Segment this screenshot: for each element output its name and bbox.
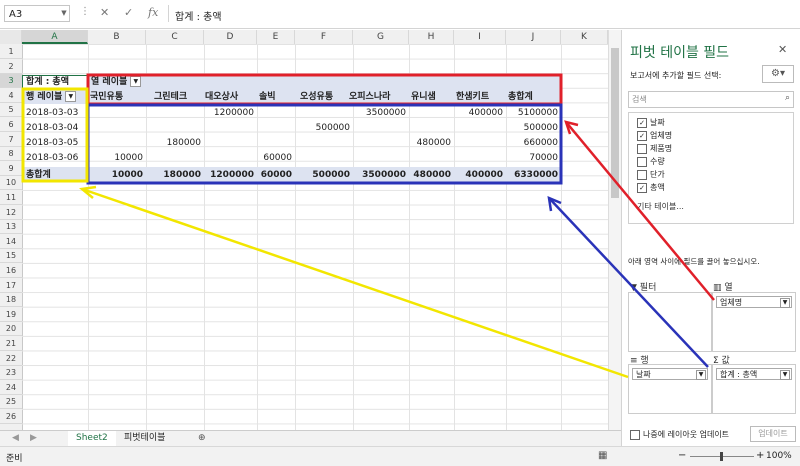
yellow-highlight-box bbox=[21, 87, 89, 183]
red-arrow bbox=[565, 121, 715, 301]
blue-highlight-box bbox=[86, 103, 563, 185]
red-highlight-box bbox=[86, 73, 563, 106]
blue-arrow bbox=[548, 197, 709, 368]
annotation-overlay bbox=[21, 73, 715, 379]
yellow-arrow bbox=[81, 187, 629, 379]
